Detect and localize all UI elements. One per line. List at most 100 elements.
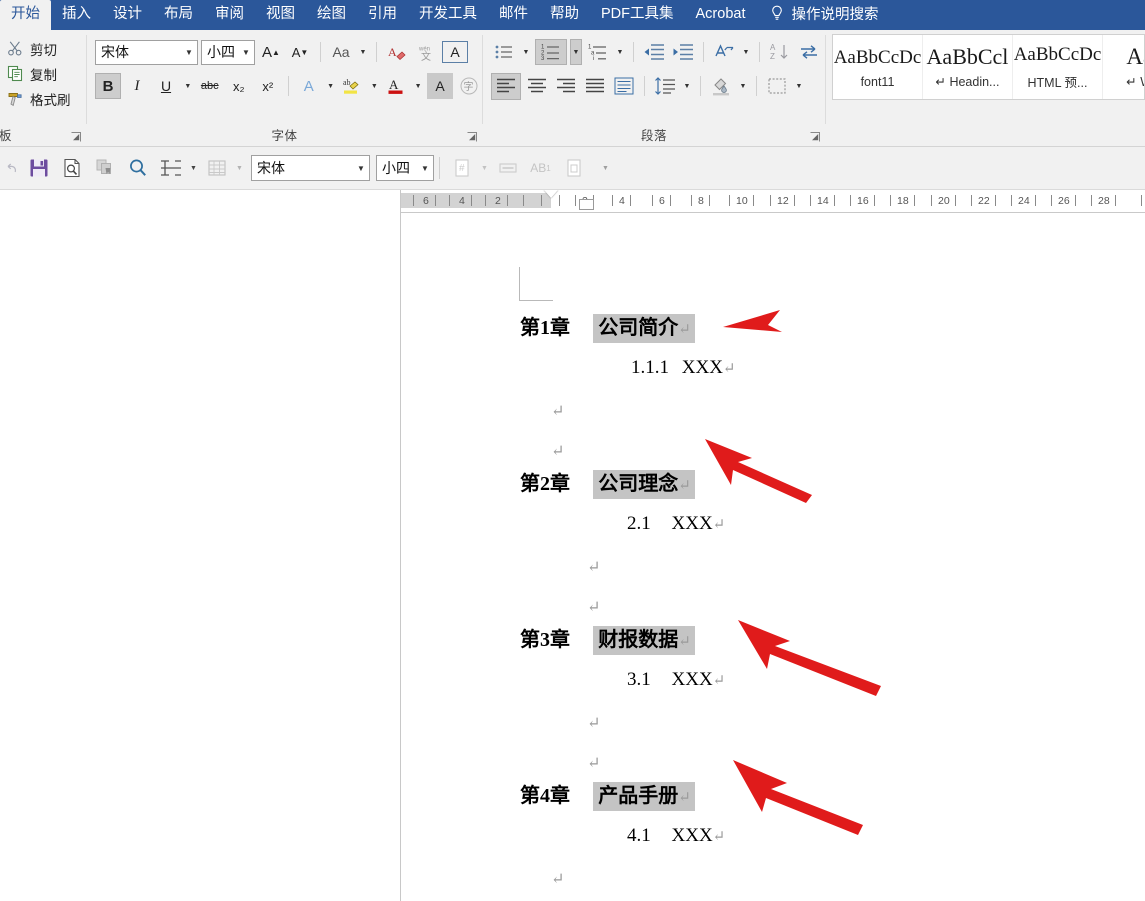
text-effects-chevron-down-icon[interactable]: ▼ bbox=[325, 73, 337, 99]
tab-design[interactable]: 设计 bbox=[102, 1, 153, 30]
subheading-3-1[interactable]: 3.1 XXX↵ bbox=[627, 669, 725, 691]
numbered-list-button[interactable]: 123 bbox=[535, 39, 567, 65]
font-size-combo[interactable]: 小四 ▼ bbox=[201, 39, 255, 65]
save-icon[interactable] bbox=[24, 154, 53, 183]
enclose-character-button[interactable]: 字 bbox=[456, 73, 482, 99]
copy-button[interactable]: 复制 bbox=[4, 61, 86, 86]
first-line-indent-marker[interactable] bbox=[544, 190, 558, 198]
subheading-1-1-1[interactable]: 1.1.1 XXX↵ bbox=[631, 357, 736, 379]
style-card-heading[interactable]: AaBbCcl ↵ Headin... bbox=[923, 35, 1013, 99]
horizontal-ruler[interactable]: 6 4 2 2 4 6 8 10 12 14 16 18 bbox=[401, 190, 1145, 212]
distribute-button[interactable] bbox=[611, 73, 637, 99]
font-dialog-launcher[interactable] bbox=[466, 131, 478, 143]
character-border-button[interactable]: A bbox=[442, 41, 468, 63]
tab-insert[interactable]: 插入 bbox=[51, 1, 102, 30]
cut-button[interactable]: 剪切 bbox=[4, 36, 86, 61]
phonetic-guide-button[interactable]: wén 文 bbox=[413, 39, 439, 65]
show-formatting-marks-button[interactable] bbox=[796, 39, 822, 65]
change-case-button[interactable]: Aa bbox=[328, 39, 354, 65]
document-page[interactable]: 第1章 公司简介↵ 1.1.1 XXX↵ ↵ ↵ 第2章 公司理念↵ 2.1 X… bbox=[401, 199, 1145, 901]
borders-button[interactable] bbox=[764, 73, 790, 99]
tab-acrobat[interactable]: Acrobat bbox=[685, 1, 757, 30]
toolbar-font-name-combo[interactable]: 宋体 ▼ bbox=[251, 155, 370, 181]
line-spacing-button[interactable] bbox=[652, 73, 678, 99]
highlight-chevron-down-icon[interactable]: ▼ bbox=[368, 73, 380, 99]
tab-layout[interactable]: 布局 bbox=[153, 1, 204, 30]
font-color-chevron-down-icon[interactable]: ▼ bbox=[412, 73, 424, 99]
shrink-font-button[interactable]: A ▼ bbox=[287, 39, 313, 65]
change-case-chevron-down-icon[interactable]: ▼ bbox=[357, 39, 369, 65]
clear-formatting-button[interactable]: A bbox=[384, 39, 410, 65]
align-left-button[interactable] bbox=[491, 72, 521, 100]
clipboard-dialog-launcher[interactable] bbox=[70, 131, 82, 143]
bullet-list-button[interactable] bbox=[491, 39, 517, 65]
multilevel-list-chevron-down-icon[interactable]: ▼ bbox=[614, 39, 626, 65]
table-chevron-down-icon[interactable]: ▼ bbox=[233, 154, 246, 183]
split-icon[interactable] bbox=[156, 154, 185, 183]
split-chevron-down-icon[interactable]: ▼ bbox=[187, 154, 200, 183]
bold-button[interactable]: B bbox=[95, 73, 121, 99]
chapter-heading-1[interactable]: 第1章 公司简介↵ bbox=[520, 311, 695, 343]
tab-view[interactable]: 视图 bbox=[255, 1, 306, 30]
toolbar-font-size-combo[interactable]: 小四 ▼ bbox=[376, 155, 434, 181]
shading-chevron-down-icon[interactable]: ▼ bbox=[737, 73, 749, 99]
superscript-button[interactable]: x² bbox=[255, 73, 281, 99]
align-right-button[interactable] bbox=[553, 73, 579, 99]
tab-review[interactable]: 审阅 bbox=[204, 1, 255, 30]
tab-developer[interactable]: 开发工具 bbox=[408, 1, 488, 30]
page-number-icon[interactable]: # bbox=[447, 154, 476, 183]
tab-references[interactable]: 引用 bbox=[357, 1, 408, 30]
sort-chinese-chevron-down-icon[interactable]: ▼ bbox=[740, 39, 752, 65]
underline-chevron-down-icon[interactable]: ▼ bbox=[182, 73, 194, 99]
bullet-list-chevron-down-icon[interactable]: ▼ bbox=[520, 39, 532, 65]
borders-chevron-down-icon[interactable]: ▼ bbox=[793, 73, 805, 99]
font-color-button[interactable]: A bbox=[383, 73, 409, 99]
font-name-combo[interactable]: 宋体 ▼ bbox=[95, 39, 198, 65]
tab-draw[interactable]: 绘图 bbox=[306, 1, 357, 30]
chapter-heading-3[interactable]: 第3章 财报数据↵ bbox=[520, 623, 695, 655]
increase-indent-button[interactable] bbox=[670, 39, 696, 65]
page-setup-icon[interactable] bbox=[559, 154, 588, 183]
strikethrough-button[interactable]: abc bbox=[197, 73, 223, 99]
character-shading-button[interactable]: A bbox=[426, 73, 453, 99]
numbered-list-chevron-down-icon[interactable]: ▼ bbox=[570, 39, 582, 65]
grow-font-button[interactable]: A ▲ bbox=[258, 39, 284, 65]
undo-icon[interactable] bbox=[4, 154, 20, 183]
justify-button[interactable] bbox=[582, 73, 608, 99]
search-icon[interactable] bbox=[123, 154, 152, 183]
italic-button[interactable]: I bbox=[124, 73, 150, 99]
table-icon[interactable] bbox=[202, 154, 231, 183]
header-icon[interactable] bbox=[493, 154, 522, 183]
print-preview-icon[interactable] bbox=[57, 154, 86, 183]
tab-home[interactable]: 开始 bbox=[0, 0, 51, 30]
subscript-button[interactable]: x₂ bbox=[226, 73, 252, 99]
style-card-wps[interactable]: AaB ↵ WPS bbox=[1103, 35, 1144, 99]
tell-me-search[interactable]: 操作说明搜索 bbox=[756, 0, 888, 30]
align-center-button[interactable] bbox=[524, 73, 550, 99]
line-spacing-chevron-down-icon[interactable]: ▼ bbox=[681, 73, 693, 99]
style-card-font11[interactable]: AaBbCcDc font11 bbox=[833, 35, 923, 99]
underline-button[interactable]: U bbox=[153, 73, 179, 99]
multilevel-list-button[interactable]: 1ai bbox=[585, 39, 611, 65]
style-card-html-preformatted[interactable]: AaBbCcDc HTML 预... bbox=[1013, 35, 1103, 99]
hanging-indent-marker[interactable] bbox=[579, 199, 594, 210]
sort-chinese-button[interactable] bbox=[711, 39, 737, 65]
tab-help[interactable]: 帮助 bbox=[539, 1, 590, 30]
decrease-indent-button[interactable] bbox=[641, 39, 667, 65]
format-painter-button[interactable]: 格式刷 bbox=[4, 86, 86, 111]
sort-button[interactable]: AZ bbox=[767, 39, 793, 65]
paragraph-dialog-launcher[interactable] bbox=[809, 131, 821, 143]
copy-icon[interactable] bbox=[90, 154, 119, 183]
shading-button[interactable] bbox=[708, 73, 734, 99]
chapter-heading-4[interactable]: 第4章 产品手册↵ bbox=[520, 779, 695, 811]
styles-gallery[interactable]: AaBbCcDc font11 AaBbCcl ↵ Headin... AaBb… bbox=[832, 34, 1145, 100]
chapter-heading-2[interactable]: 第2章 公司理念↵ bbox=[520, 467, 695, 499]
page-number-chevron-down-icon[interactable]: ▼ bbox=[478, 154, 491, 183]
footnote-icon[interactable]: AB 1 bbox=[526, 154, 555, 183]
text-effects-button[interactable]: A bbox=[296, 73, 322, 99]
tab-mailings[interactable]: 邮件 bbox=[488, 1, 539, 30]
subheading-4-1[interactable]: 4.1 XXX↵ bbox=[627, 825, 725, 847]
toolbar-overflow-chevron-down-icon[interactable]: ▼ bbox=[599, 154, 612, 183]
subheading-2-1[interactable]: 2.1 XXX↵ bbox=[627, 513, 725, 535]
highlight-button[interactable]: ab bbox=[339, 73, 365, 99]
